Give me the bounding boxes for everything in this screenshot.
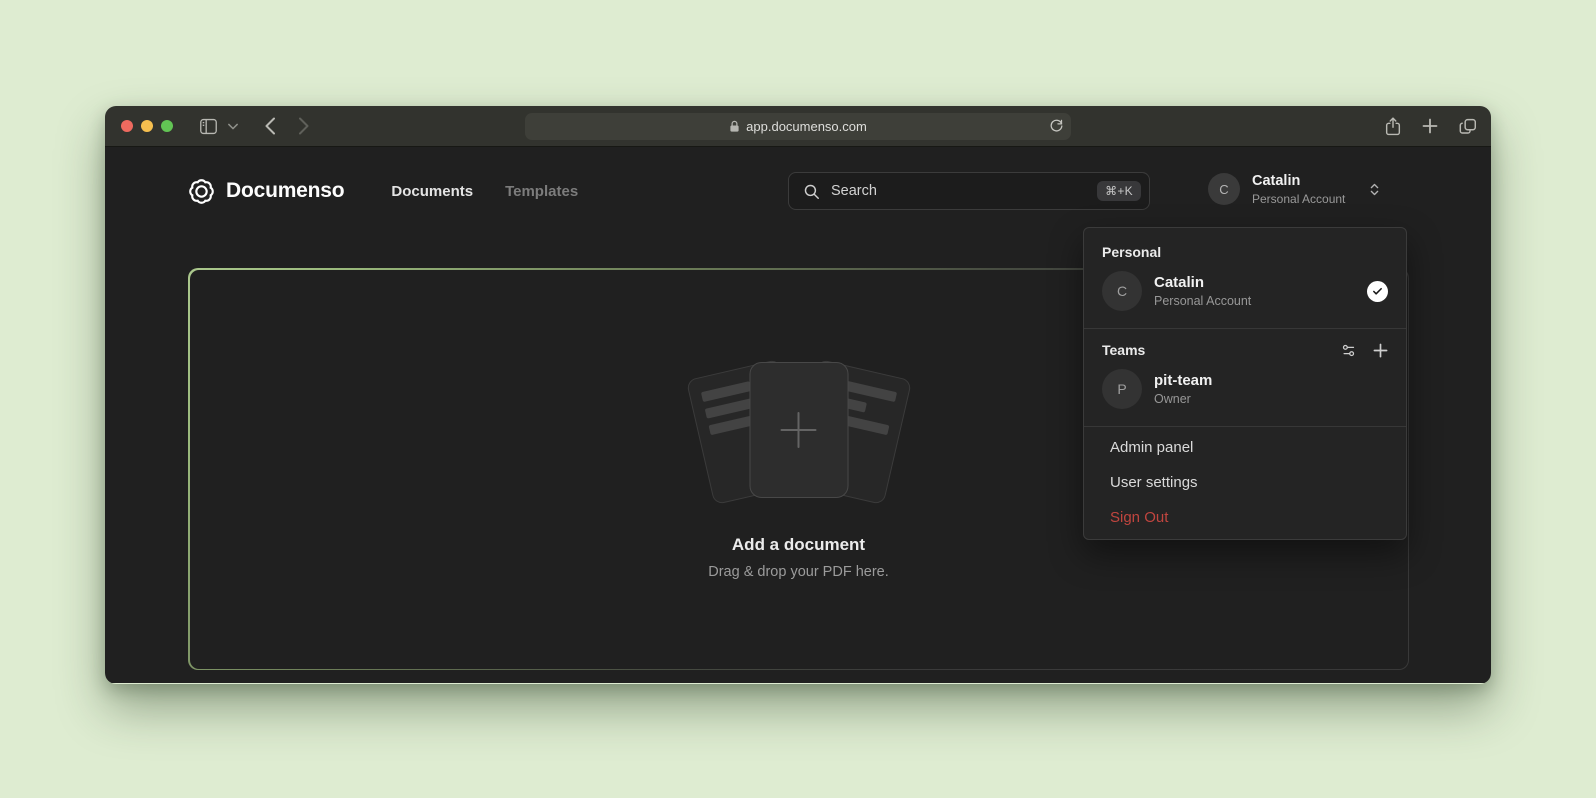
personal-description: Personal Account — [1154, 294, 1251, 308]
forward-button-icon[interactable] — [298, 117, 310, 135]
share-icon[interactable] — [1385, 117, 1401, 136]
search-input[interactable]: Search ⌘+K — [788, 172, 1150, 210]
teams-section-label: Teams — [1102, 342, 1145, 358]
account-avatar: C — [1208, 173, 1240, 205]
brand-name: Documenso — [226, 179, 344, 203]
personal-account-item[interactable]: C Catalin Personal Account — [1100, 266, 1390, 317]
account-type: Personal Account — [1252, 192, 1345, 206]
documents-illustration — [684, 359, 914, 507]
account-name: Catalin — [1252, 173, 1345, 190]
nav-templates[interactable]: Templates — [505, 183, 578, 200]
plus-icon — [778, 409, 820, 451]
url-text: app.documenso.com — [746, 119, 867, 134]
dropzone-subtitle: Drag & drop your PDF here. — [708, 564, 889, 580]
page-content: Documenso Documents Templates Search ⌘+K… — [105, 147, 1491, 683]
team-avatar: P — [1102, 369, 1142, 409]
documenso-logo[interactable]: Documenso — [188, 178, 344, 205]
tab-overview-icon[interactable] — [1459, 118, 1477, 135]
main-nav: Documents Templates — [391, 183, 578, 200]
personal-section-label: Personal — [1100, 240, 1390, 266]
search-shortcut-badge: ⌘+K — [1097, 181, 1141, 201]
team-role: Owner — [1154, 392, 1212, 406]
personal-name: Catalin — [1154, 274, 1251, 292]
back-button-icon[interactable] — [264, 117, 276, 135]
account-menu-trigger[interactable]: C Catalin Personal Account — [1208, 173, 1382, 206]
app-header: Documenso Documents Templates Search ⌘+K… — [105, 147, 1491, 235]
dropzone-title: Add a document — [732, 535, 865, 555]
documenso-badge-icon — [188, 178, 215, 205]
team-item[interactable]: P pit-team Owner — [1100, 364, 1390, 415]
minimize-window-button[interactable] — [141, 120, 153, 132]
close-window-button[interactable] — [121, 120, 133, 132]
browser-toolbar: app.documenso.com — [105, 106, 1491, 147]
chevrons-up-down-icon — [1367, 182, 1382, 197]
account-dropdown-menu: Personal C Catalin Personal Account — [1083, 227, 1407, 540]
selected-check-icon — [1367, 281, 1388, 302]
menu-item-sign-out[interactable]: Sign Out — [1084, 500, 1406, 535]
menu-item-user-settings[interactable]: User settings — [1084, 465, 1406, 500]
search-placeholder: Search — [831, 183, 877, 199]
zoom-window-button[interactable] — [161, 120, 173, 132]
browser-window: app.documenso.com — [105, 106, 1491, 684]
manage-teams-icon[interactable] — [1341, 343, 1356, 358]
address-bar[interactable]: app.documenso.com — [525, 113, 1071, 140]
desktop-background: app.documenso.com — [0, 0, 1596, 798]
window-controls — [121, 120, 173, 132]
personal-avatar: C — [1102, 271, 1142, 311]
sidebar-icon[interactable] — [199, 118, 218, 135]
lock-icon — [729, 120, 740, 133]
sidebar-chevron-down-icon[interactable] — [228, 123, 238, 130]
team-name: pit-team — [1154, 372, 1212, 390]
menu-divider — [1084, 328, 1406, 329]
nav-documents[interactable]: Documents — [391, 183, 473, 200]
menu-divider — [1084, 426, 1406, 427]
search-icon — [803, 183, 820, 200]
menu-item-admin-panel[interactable]: Admin panel — [1084, 430, 1406, 465]
new-tab-plus-icon[interactable] — [1422, 118, 1438, 134]
add-team-plus-icon[interactable] — [1373, 343, 1388, 358]
reload-icon[interactable] — [1049, 118, 1064, 134]
document-card-add — [749, 362, 848, 498]
